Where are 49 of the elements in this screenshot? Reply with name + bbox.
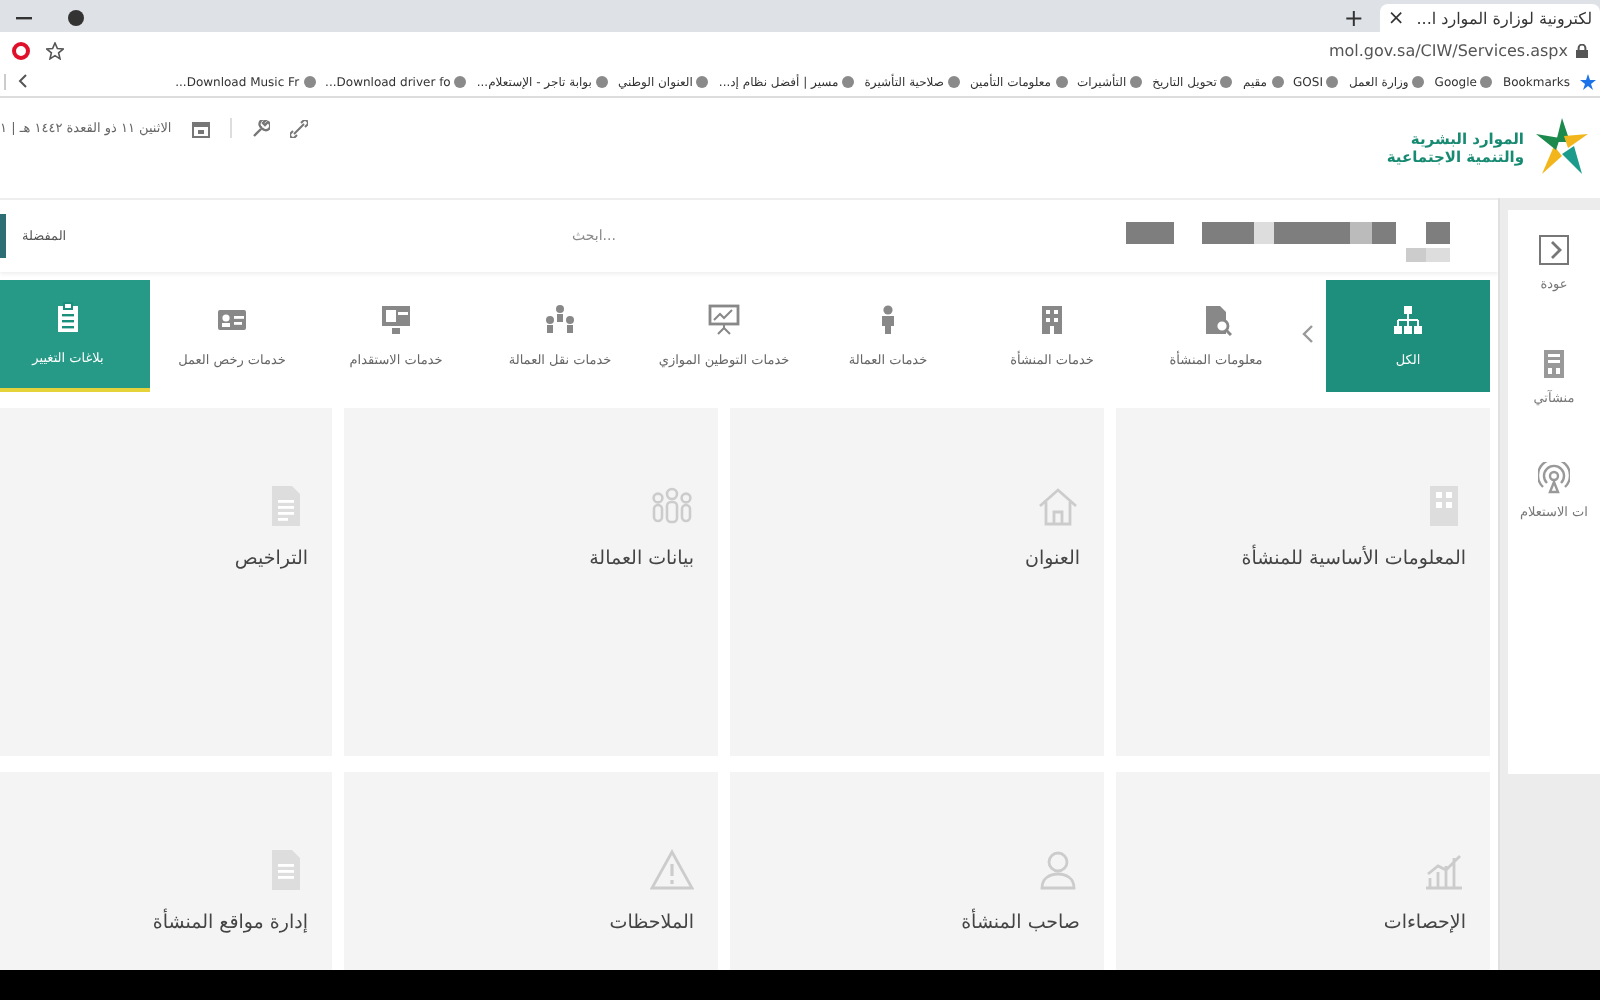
star-icon[interactable] [46,41,64,59]
service-card[interactable]: صاحب المنشأة [730,772,1104,970]
site-icon [1055,76,1068,88]
site-icon [842,76,855,88]
wrench-icon[interactable] [251,119,270,137]
new-tab-button[interactable]: + [1343,4,1364,32]
site-icon [595,76,608,88]
bookmark-star-icon[interactable] [1580,74,1596,90]
site-icon [1220,76,1233,88]
chevron-icon[interactable] [18,74,28,88]
tab-title[interactable]: لكترونية لوزارة الموارد ا... [1416,9,1592,27]
sidebar-icon [1537,462,1570,494]
site-icon [696,76,709,88]
service-card[interactable]: العنوان [730,408,1104,756]
site-icon [1271,76,1284,88]
card-icon [1036,484,1080,528]
tab-icon [1392,304,1424,336]
tab-icon [52,302,84,334]
tab-icon [708,304,740,336]
chevron-left-icon[interactable] [1302,324,1314,344]
tab-icon [380,304,412,336]
card-icon [650,484,694,528]
address-bar[interactable]: mol.gov.sa/CIW/Services.aspx [1328,41,1568,59]
site-icon [303,76,316,88]
site-icon [1480,76,1493,88]
site-icon [1130,76,1143,88]
site-icon [1412,76,1425,88]
tab-icon [1036,304,1068,336]
site-icon [1326,76,1339,88]
service-card[interactable]: بيانات العمالة [344,408,718,756]
service-card[interactable]: التراخيص [0,408,332,756]
link-icon[interactable] [289,119,308,137]
site-icon [454,76,467,88]
site-icon [947,76,960,88]
browser-logo-icon[interactable] [12,41,30,59]
record-icon[interactable] [68,10,84,26]
tab-icon [544,304,576,336]
card-icon [1036,848,1080,892]
service-card[interactable]: الإحصاءات [1116,772,1490,970]
service-card[interactable]: إدارة مواقع المنشأة [0,772,332,970]
card-icon [650,848,694,892]
sidebar-icon [1538,234,1570,266]
lock-icon [1576,43,1588,57]
tab-icon [1200,304,1232,336]
service-card[interactable]: الملاحظات [344,772,718,970]
tab-close-button[interactable]: × [1387,7,1405,29]
tab-icon [216,304,248,336]
service-card[interactable]: المعلومات الأساسية للمنشأة [1116,408,1490,756]
calendar-icon [191,119,210,137]
